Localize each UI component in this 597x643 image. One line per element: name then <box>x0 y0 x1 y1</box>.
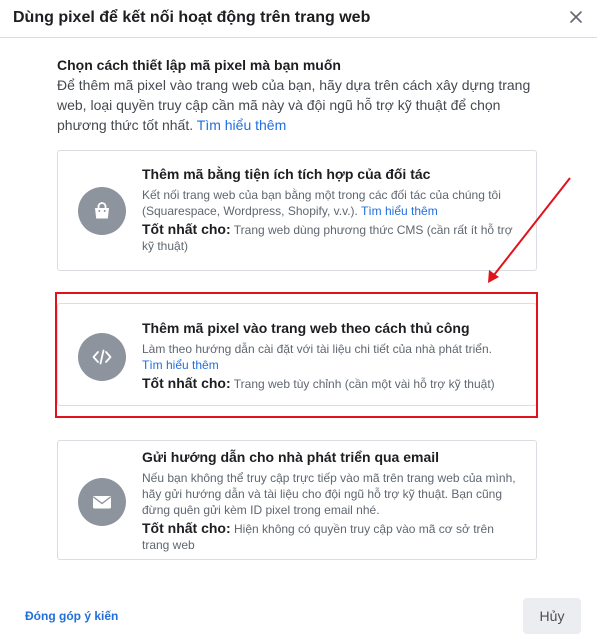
option-partner-integration[interactable]: Thêm mã bằng tiện ích tích hợp của đối t… <box>57 150 537 271</box>
best-for-label: Tốt nhất cho: <box>142 375 231 391</box>
intro-text: Để thêm mã pixel vào trang web của bạn, … <box>57 77 531 133</box>
best-for-label: Tốt nhất cho: <box>142 221 231 237</box>
close-icon[interactable] <box>568 9 584 25</box>
pixel-setup-dialog: Dùng pixel để kết nối hoạt động trên tra… <box>0 0 597 643</box>
option-partner-learn-more[interactable]: Tìm hiểu thêm <box>361 204 438 218</box>
intro-body: Để thêm mã pixel vào trang web của bạn, … <box>57 75 537 135</box>
option-manual-description: Làm theo hướng dẫn cài đặt với tài liệu … <box>142 342 492 356</box>
manual-icon-circle <box>78 333 126 381</box>
option-partner-title: Thêm mã bằng tiện ích tích hợp của đối t… <box>142 166 431 182</box>
option-manual-title: Thêm mã pixel vào trang web theo cách th… <box>142 320 470 336</box>
feedback-link[interactable]: Đóng góp ý kiến <box>25 609 118 623</box>
code-icon <box>92 349 112 365</box>
intro-section: Chọn cách thiết lập mã pixel mà bạn muốn… <box>57 55 537 135</box>
partner-icon-circle <box>78 187 126 235</box>
option-email-text: Gửi hướng dẫn cho nhà phát triển qua ema… <box>142 448 522 553</box>
option-manual-text: Thêm mã pixel vào trang web theo cách th… <box>142 319 522 392</box>
option-partner-text: Thêm mã bằng tiện ích tích hợp của đối t… <box>142 165 522 254</box>
cancel-button[interactable]: Hủy <box>523 598 581 634</box>
option-email-best-for: Tốt nhất cho: Hiện không có quyền truy c… <box>142 520 522 553</box>
option-manual-install[interactable]: Thêm mã pixel vào trang web theo cách th… <box>57 303 537 406</box>
intro-heading: Chọn cách thiết lập mã pixel mà bạn muốn <box>57 57 341 73</box>
option-email-developer[interactable]: Gửi hướng dẫn cho nhà phát triển qua ema… <box>57 440 537 560</box>
dialog-header: Dùng pixel để kết nối hoạt động trên tra… <box>0 0 597 38</box>
dialog-title: Dùng pixel để kết nối hoạt động trên tra… <box>13 9 371 26</box>
email-icon-circle <box>78 478 126 526</box>
learn-more-link[interactable]: Tìm hiểu thêm <box>197 117 286 133</box>
option-partner-description: Kết nối trang web của bạn bằng một trong… <box>142 188 501 218</box>
best-for-label: Tốt nhất cho: <box>142 520 231 536</box>
shopping-bag-icon <box>95 202 109 219</box>
option-manual-learn-more[interactable]: Tìm hiểu thêm <box>142 358 219 372</box>
option-email-title: Gửi hướng dẫn cho nhà phát triển qua ema… <box>142 449 440 465</box>
option-email-description: Nếu bạn không thể truy cập trực tiếp vào… <box>142 471 516 517</box>
best-for-text: Trang web tùy chỉnh (cần một vài hỗ trợ … <box>233 377 495 391</box>
option-partner-best-for: Tốt nhất cho: Trang web dùng phương thức… <box>142 221 522 254</box>
option-manual-best-for: Tốt nhất cho: Trang web tùy chỉnh (cần m… <box>142 375 522 392</box>
dialog-footer: Đóng góp ý kiến Hủy <box>0 590 597 643</box>
envelope-icon <box>93 496 111 509</box>
